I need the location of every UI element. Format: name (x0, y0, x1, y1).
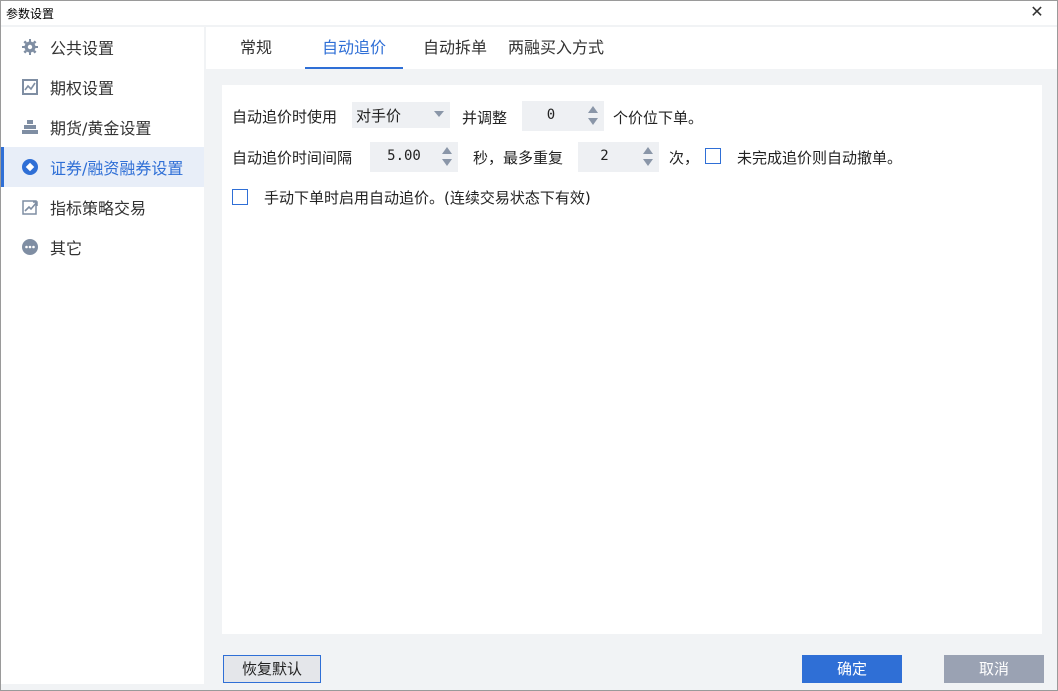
restore-defaults-button[interactable]: 恢复默认 (223, 655, 321, 683)
sidebar-item-label: 证券/融资融券设置 (50, 159, 184, 178)
chevron-down-icon (434, 111, 444, 117)
auto-cancel-label: 未完成追价则自动撤单。 (737, 149, 903, 167)
interval-label: 自动追价时间间隔 (232, 149, 353, 167)
tab-auto-split[interactable]: 自动拆单 (420, 27, 490, 69)
sidebar: 公共设置 期权设置 期货/黄金设置 证券/融资融券设置 指标策略交易 其它 (1, 27, 204, 684)
sidebar-item-public-settings[interactable]: 公共设置 (1, 27, 204, 67)
stepper-down-icon[interactable] (442, 159, 452, 166)
settings-dialog: 参数设置 ✕ 公共设置 期权设置 期货/黄金设置 证券/融资融券设置 指标策略交… (0, 0, 1058, 691)
sidebar-item-label: 其它 (50, 239, 83, 258)
stepper-up-icon[interactable] (442, 147, 452, 154)
sidebar-item-label: 期货/黄金设置 (50, 119, 152, 138)
auto-cancel-checkbox[interactable] (705, 148, 721, 164)
window-title: 参数设置 (6, 7, 55, 21)
manual-chase-checkbox[interactable] (232, 189, 248, 205)
sidebar-item-securities-margin-settings[interactable]: 证券/融资融券设置 (1, 147, 204, 187)
adjust-ticks-stepper[interactable]: 0 (522, 101, 604, 131)
interval-value: 5.00 (387, 148, 421, 164)
adjust-ticks-value: 0 (546, 107, 556, 123)
cancel-button[interactable]: 取消 (944, 655, 1044, 683)
trend-icon (21, 198, 39, 216)
price-type-select[interactable]: 对手价 (352, 102, 450, 128)
stepper-up-icon[interactable] (588, 106, 598, 113)
sidebar-item-indicator-strategy[interactable]: 指标策略交易 (1, 187, 204, 227)
ok-button[interactable]: 确定 (802, 655, 902, 683)
sidebar-item-options-settings[interactable]: 期权设置 (1, 67, 204, 107)
manual-chase-label: 手动下单时启用自动追价。(连续交易状态下有效) (264, 189, 591, 207)
sidebar-item-futures-gold-settings[interactable]: 期货/黄金设置 (1, 107, 204, 147)
times-label: 次， (669, 149, 700, 167)
tab-auto-chase[interactable]: 自动追价 (305, 27, 403, 69)
close-icon[interactable]: ✕ (1027, 2, 1047, 22)
more-icon (21, 238, 39, 256)
repeat-value: 2 (600, 148, 609, 164)
price-type-value: 对手价 (356, 107, 402, 125)
tab-bar: 常规 自动追价 自动拆单 两融买入方式 (206, 27, 1057, 69)
tab-margin-buy-mode[interactable]: 两融买入方式 (506, 27, 606, 69)
stepper-up-icon[interactable] (643, 147, 653, 154)
bars-icon (21, 118, 39, 136)
diamond-icon (21, 158, 39, 176)
adjust-label: 并调整 (462, 109, 508, 127)
interval-stepper[interactable]: 5.00 (370, 142, 458, 172)
seconds-repeat-label: 秒，最多重复 (473, 149, 564, 167)
sidebar-item-label: 公共设置 (50, 39, 115, 58)
chart-icon (21, 78, 39, 96)
adjust-suffix-label: 个价位下单。 (613, 109, 704, 127)
stepper-down-icon[interactable] (643, 159, 653, 166)
gear-icon (21, 38, 39, 56)
stepper-down-icon[interactable] (588, 118, 598, 125)
chase-use-label: 自动追价时使用 (232, 108, 338, 126)
tab-general[interactable]: 常规 (226, 27, 286, 69)
sidebar-item-other[interactable]: 其它 (1, 227, 204, 267)
settings-panel: 自动追价时使用 对手价 并调整 0 个价位下单。 自动追价时间间隔 5.00 秒… (222, 85, 1042, 634)
sidebar-item-label: 期权设置 (50, 79, 115, 98)
sidebar-item-label: 指标策略交易 (50, 199, 147, 218)
repeat-stepper[interactable]: 2 (578, 142, 659, 172)
title-bar: 参数设置 ✕ (1, 1, 1057, 25)
